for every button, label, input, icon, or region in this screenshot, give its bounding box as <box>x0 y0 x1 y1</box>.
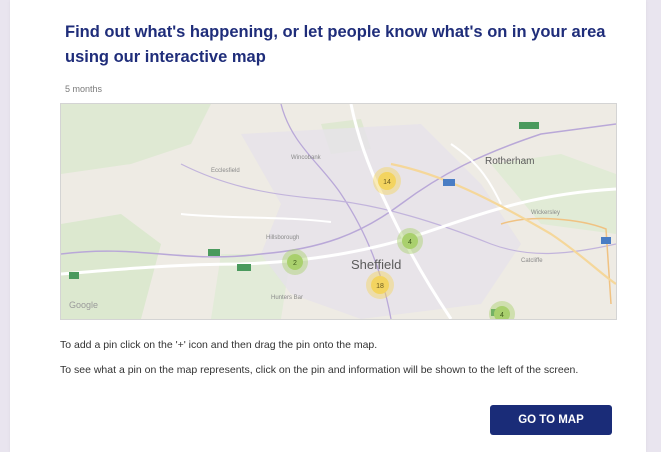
map-label-city: Sheffield <box>351 257 401 272</box>
map-label-town: Rotherham <box>485 156 534 167</box>
cluster-marker[interactable]: 18 <box>366 271 394 299</box>
cluster-marker[interactable]: 14 <box>373 167 401 195</box>
instruction-view-pin: To see what a pin on the map represents,… <box>60 364 579 376</box>
cluster-count: 4 <box>500 312 504 319</box>
map-label-place: Ecclesfield <box>211 168 240 174</box>
map-label-place: Hunters Bar <box>271 295 303 301</box>
map-label-place: Wincobank <box>291 155 322 161</box>
map-canvas: Sheffield Rotherham Wincobank Ecclesfiel… <box>61 104 616 319</box>
road-shield-icon <box>443 179 455 186</box>
cluster-count: 2 <box>293 260 297 267</box>
cluster-marker[interactable]: 4 <box>397 228 423 254</box>
road-shield-icon <box>237 264 251 271</box>
cluster-count: 4 <box>408 239 412 246</box>
go-to-map-button[interactable]: GO TO MAP <box>490 405 612 435</box>
info-card: Find out what's happening, or let people… <box>10 0 646 452</box>
map-label-place: Wickersley <box>531 210 560 216</box>
map-preview[interactable]: Sheffield Rotherham Wincobank Ecclesfiel… <box>60 103 617 320</box>
road-shield-icon <box>208 249 220 256</box>
road-shield-icon <box>601 237 611 244</box>
post-age: 5 months <box>65 84 103 94</box>
map-attribution: Google <box>69 300 98 310</box>
road-shield-icon <box>69 272 79 279</box>
cluster-count: 18 <box>376 283 384 290</box>
map-label-place: Hillsborough <box>266 235 299 241</box>
cluster-count: 14 <box>383 179 391 186</box>
cluster-marker[interactable]: 2 <box>282 249 308 275</box>
road-shield-icon <box>519 122 539 129</box>
map-label-place: Catcliffe <box>521 258 543 264</box>
page-title: Find out what's happening, or let people… <box>65 23 606 66</box>
instruction-add-pin: To add a pin click on the '+' icon and t… <box>60 339 378 351</box>
